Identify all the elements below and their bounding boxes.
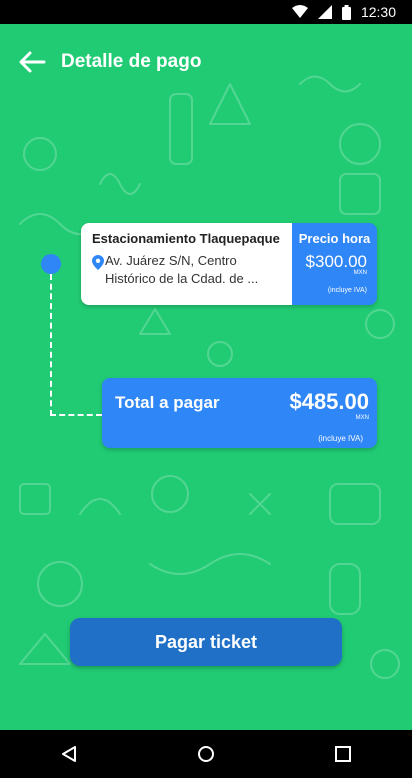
price-label: Precio hora	[298, 231, 371, 246]
wifi-icon	[291, 5, 308, 18]
total-tax-note: (incluye IVA)	[318, 434, 363, 443]
hourly-price-panel: Precio hora $300.00 MXN (incluye IVA)	[292, 223, 377, 305]
app-bar: Detalle de pago	[0, 24, 412, 100]
total-label: Total a pagar	[115, 393, 220, 412]
cellular-signal-icon	[317, 5, 332, 19]
price-currency: MXN	[353, 270, 367, 276]
status-time: 12:30	[360, 4, 396, 20]
nav-recents-icon	[335, 746, 352, 762]
nav-back-icon	[61, 746, 76, 762]
pay-ticket-button[interactable]: Pagar ticket	[70, 618, 342, 666]
total-card: Total a pagar $485.00 MXN (incluye IVA)	[102, 378, 377, 448]
nav-home-button[interactable]	[186, 734, 226, 774]
price-tax-note: (incluye IVA)	[327, 287, 367, 294]
nav-recents-button[interactable]	[323, 734, 363, 774]
status-icons: 12:30	[291, 0, 396, 24]
timeline-connector-horizontal	[50, 414, 102, 416]
timeline-connector	[50, 274, 52, 416]
page-title: Detalle de pago	[61, 51, 202, 72]
total-currency: MXN	[355, 415, 369, 421]
back-arrow-icon[interactable]	[18, 50, 46, 74]
parking-address: Av. Juárez S/N, Centro Histórico de la C…	[105, 253, 259, 286]
battery-icon	[341, 4, 351, 20]
payment-detail-screen: Detalle de pago Estacionamiento Tlaquepa…	[0, 24, 412, 730]
hourly-price: $300.00	[305, 252, 367, 271]
status-bar: 12:30	[0, 0, 412, 24]
total-amount: $485.00	[289, 389, 369, 414]
parking-info: Estacionamiento Tlaquepaque Av. Juárez S…	[81, 223, 292, 305]
timeline-dot	[41, 254, 61, 274]
location-pin-icon	[92, 255, 104, 270]
nav-back-button[interactable]	[49, 734, 89, 774]
navigation-bar	[0, 730, 412, 778]
parking-card: Estacionamiento Tlaquepaque Av. Juárez S…	[81, 223, 377, 305]
parking-name: Estacionamiento Tlaquepaque	[92, 231, 280, 246]
nav-home-icon	[197, 746, 214, 762]
